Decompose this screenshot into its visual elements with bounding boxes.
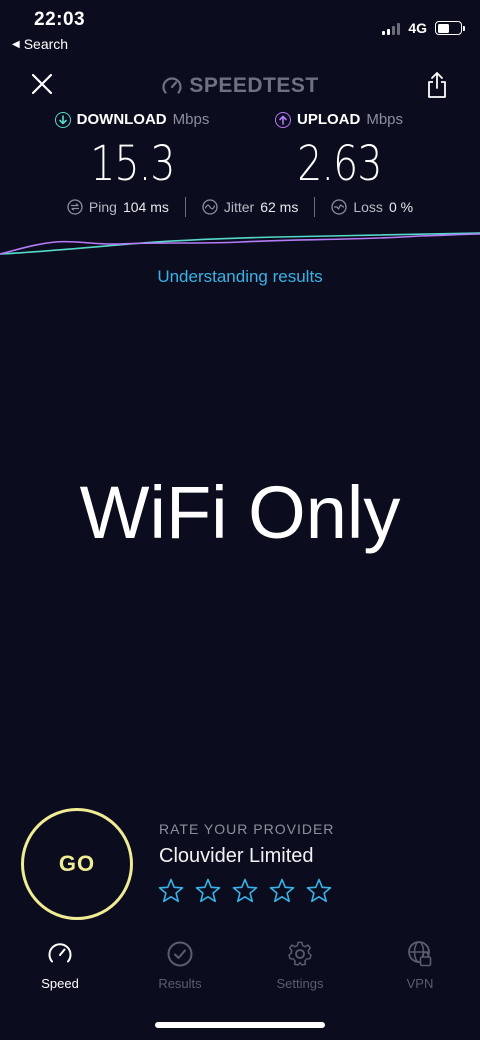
download-header: DOWNLOAD Mbps	[54, 111, 210, 128]
star-5-icon[interactable]	[305, 877, 333, 905]
status-time: 22:03	[34, 9, 86, 30]
jitter-value: 62	[260, 199, 276, 215]
packet-loss-icon	[331, 199, 348, 215]
back-triangle-icon: ◀	[12, 38, 20, 50]
jitter-icon	[202, 199, 218, 215]
home-indicator[interactable]	[155, 1022, 325, 1028]
back-to-search-link[interactable]: ◀ Search	[12, 36, 68, 52]
rate-provider-title: RATE YOUR PROVIDER	[159, 821, 335, 837]
tab-settings[interactable]: Settings	[240, 940, 360, 1000]
go-button[interactable]: GO	[21, 808, 133, 920]
loss-unit: %	[396, 199, 414, 215]
speedtest-gauge-icon	[162, 77, 182, 94]
tab-settings-label: Settings	[276, 976, 324, 991]
settings-gear-icon	[288, 941, 312, 966]
tab-vpn-label: VPN	[406, 976, 434, 991]
latency-stats: Ping 104 ms Jitter 62 ms Loss 0 %	[0, 197, 480, 217]
rating-stars	[157, 877, 333, 905]
upload-metric: UPLOAD Mbps 2.63	[239, 111, 439, 188]
star-3-icon[interactable]	[231, 877, 259, 905]
upload-header: UPLOAD Mbps	[274, 111, 404, 128]
bottom-tab-bar: Speed Results Settings VPN	[0, 940, 480, 1000]
battery-icon	[435, 21, 465, 35]
vpn-globe-lock-icon	[408, 941, 432, 967]
upload-arrow-icon	[274, 111, 291, 128]
status-indicators: 4G	[382, 20, 465, 36]
jitter-stat: Jitter 62 ms	[186, 199, 314, 215]
back-search-label: Search	[23, 36, 69, 52]
star-2-icon[interactable]	[194, 877, 222, 905]
speed-history-graph	[0, 232, 480, 255]
download-unit: Mbps	[172, 111, 210, 128]
download-value: 15.3	[89, 136, 175, 192]
cellular-signal-icon	[382, 22, 401, 35]
download-arrow-icon	[54, 111, 71, 128]
tab-speed-label: Speed	[41, 976, 79, 991]
ping-icon	[67, 199, 83, 215]
download-label: DOWNLOAD	[76, 111, 167, 128]
upload-speed-line	[0, 233, 480, 255]
upload-unit: Mbps	[366, 111, 404, 128]
share-icon[interactable]	[426, 71, 448, 99]
ping-value: 104	[122, 199, 147, 215]
tab-vpn[interactable]: VPN	[360, 940, 480, 1000]
ping-label: Ping	[88, 199, 117, 215]
tab-results-label: Results	[158, 976, 202, 991]
download-metric: DOWNLOAD Mbps 15.3	[32, 111, 232, 188]
loss-value: 0	[388, 199, 397, 215]
speed-gauge-icon	[48, 943, 72, 963]
upload-value: 2.63	[296, 136, 382, 192]
jitter-label: Jitter	[223, 199, 255, 215]
ping-stat: Ping 104 ms	[51, 199, 185, 215]
tab-speed[interactable]: Speed	[0, 940, 120, 1000]
wifi-only-overlay-text: WiFi Only	[79, 471, 401, 554]
results-check-icon	[167, 941, 193, 967]
understanding-results-link[interactable]: Understanding results	[0, 267, 480, 287]
provider-name: Clouvider Limited	[159, 845, 314, 867]
network-type: 4G	[408, 20, 427, 36]
upload-label: UPLOAD	[296, 111, 361, 128]
jitter-unit: ms	[275, 199, 299, 215]
ping-unit: ms	[146, 199, 169, 215]
star-4-icon[interactable]	[268, 877, 296, 905]
loss-stat: Loss 0 %	[315, 199, 429, 215]
speedtest-logo: SPEEDTEST	[0, 74, 480, 98]
tab-results[interactable]: Results	[120, 940, 240, 1000]
star-1-icon[interactable]	[157, 877, 185, 905]
brand-name: SPEEDTEST	[189, 74, 319, 97]
loss-label: Loss	[353, 199, 383, 215]
